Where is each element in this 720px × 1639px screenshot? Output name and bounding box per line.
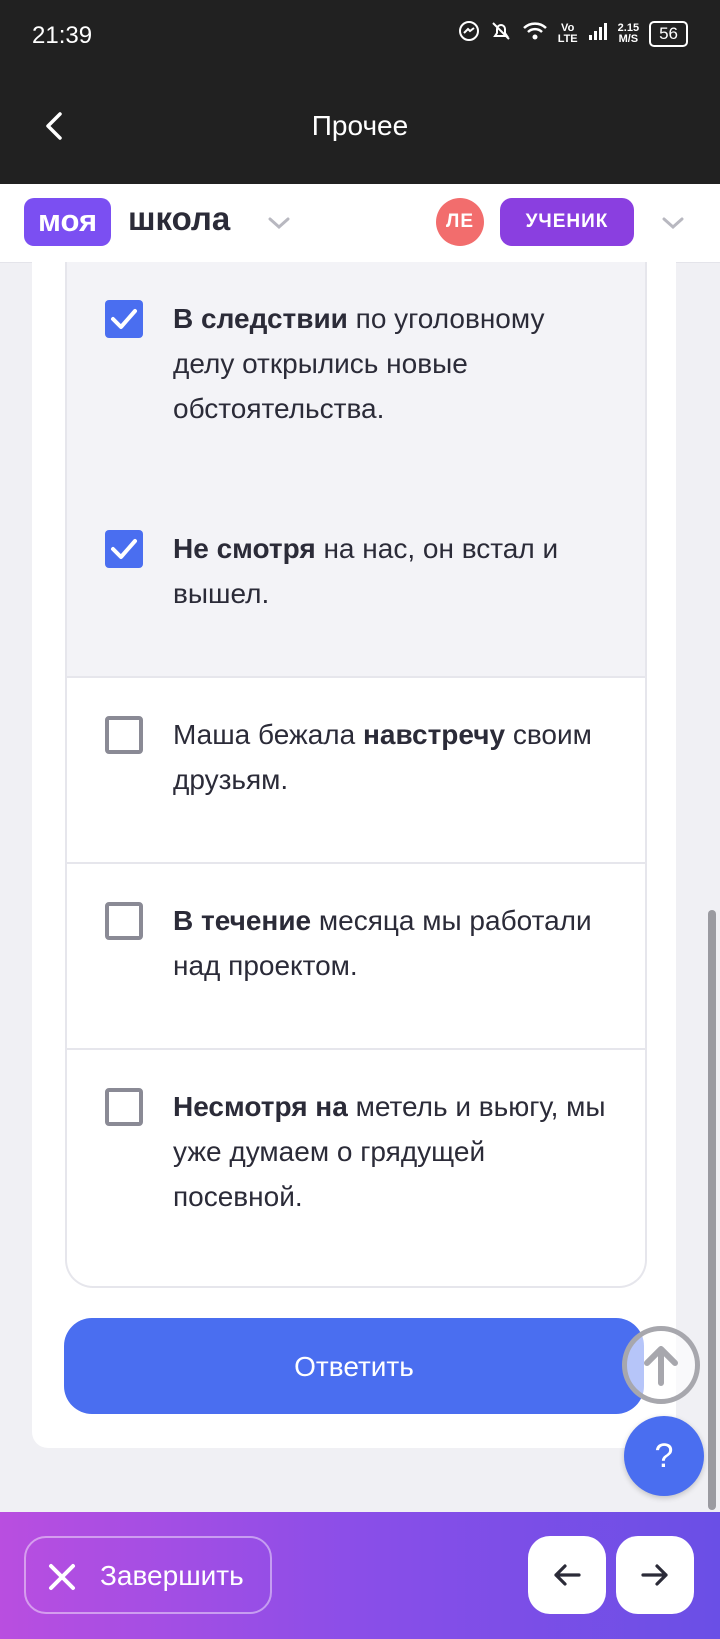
next-button[interactable]: [616, 1536, 694, 1614]
finish-button[interactable]: Завершить: [24, 1536, 272, 1614]
status-icons: Vo LTE 2.15 M/S 56: [458, 20, 688, 48]
mute-bell-icon: [490, 20, 512, 48]
school-header: моя школа ЛЕ УЧЕНИК: [0, 184, 720, 263]
answer-button[interactable]: Ответить: [64, 1318, 644, 1414]
option-text: Несмотря на метель и вьюгу, мы уже думае…: [173, 1091, 606, 1212]
checkbox-unchecked[interactable]: [105, 1088, 143, 1126]
question-card: В следствии по уголовному делу открылись…: [32, 262, 676, 1448]
bottom-bar: Завершить: [0, 1512, 720, 1639]
role-badge[interactable]: УЧЕНИК: [500, 198, 634, 246]
avatar[interactable]: ЛЕ: [436, 198, 484, 246]
option-item[interactable]: Не смотря на нас, он встал и вышел.: [67, 490, 645, 678]
option-text: В течение месяца мы работали над проекто…: [173, 905, 592, 981]
help-button[interactable]: ?: [624, 1416, 704, 1496]
checkbox-unchecked[interactable]: [105, 716, 143, 754]
checkbox-unchecked[interactable]: [105, 902, 143, 940]
wifi-icon: [522, 21, 548, 47]
signal-icon: [588, 21, 608, 47]
arrow-right-icon: [641, 1564, 668, 1586]
prev-button[interactable]: [528, 1536, 606, 1614]
app-bar: Прочее: [0, 72, 720, 184]
option-item[interactable]: Несмотря на метель и вьюгу, мы уже думае…: [67, 1050, 645, 1286]
chevron-down-icon[interactable]: [662, 216, 684, 230]
scrollbar[interactable]: [708, 910, 716, 1510]
network-type: Vo LTE: [557, 22, 578, 45]
status-bar: 21:39 Vo LTE 2.15 M/S 56: [0, 0, 720, 72]
option-item[interactable]: Маша бежала навстречу своим друзьям.: [67, 676, 645, 864]
logo-shkola[interactable]: школа: [128, 200, 230, 238]
status-time: 21:39: [32, 22, 93, 49]
page-title: Прочее: [311, 110, 409, 141]
check-icon: [111, 539, 137, 559]
arrow-up-icon: [644, 1346, 678, 1386]
checkbox-checked[interactable]: [105, 530, 143, 568]
scroll-top-button[interactable]: [622, 1326, 700, 1404]
options-list: В следствии по уголовному делу открылись…: [65, 262, 647, 1288]
finish-label: Завершить: [100, 1560, 244, 1591]
net-speed: 2.15 M/S: [617, 22, 640, 45]
battery-indicator: 56: [649, 21, 688, 47]
chevron-down-icon[interactable]: [268, 216, 290, 230]
option-item[interactable]: В течение месяца мы работали над проекто…: [67, 862, 645, 1050]
arrow-left-icon: [554, 1564, 581, 1586]
checkbox-checked[interactable]: [105, 300, 143, 338]
logo-moya[interactable]: моя: [24, 198, 112, 246]
option-text: В следствии по уголовному делу открылись…: [173, 303, 545, 424]
option-text: Маша бежала навстречу своим друзьям.: [173, 719, 592, 795]
option-text: Не смотря на нас, он встал и вышел.: [173, 533, 559, 609]
check-icon: [111, 309, 137, 329]
option-item[interactable]: В следствии по уголовному делу открылись…: [67, 262, 645, 492]
messenger-icon: [458, 20, 480, 48]
close-icon: [48, 1563, 76, 1591]
